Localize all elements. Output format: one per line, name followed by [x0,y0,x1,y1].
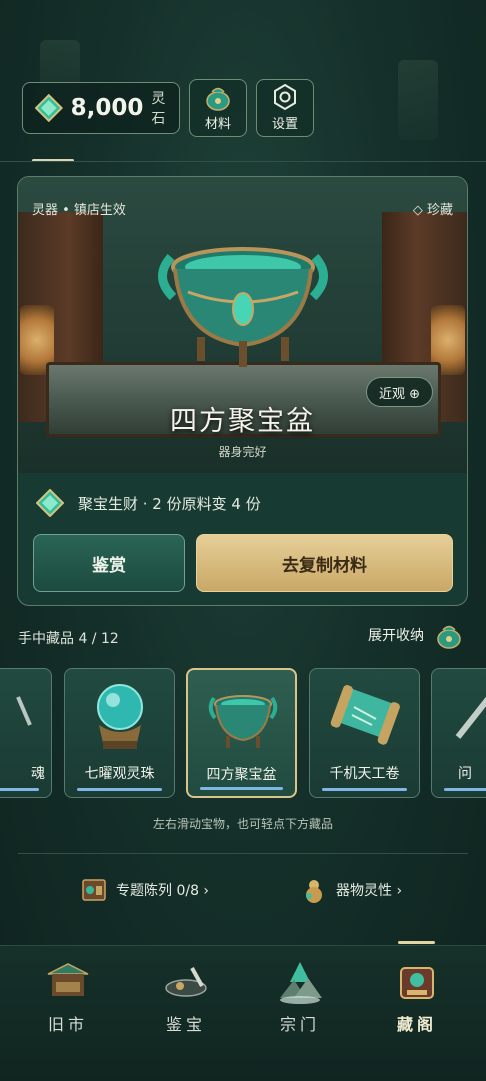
nav-tab-market[interactable]: 旧市 [28,958,108,1035]
top-divider [0,161,486,162]
nav-label: 宗门 [279,1015,320,1034]
exhibit-cabinet-icon [82,879,106,901]
collection-tag[interactable]: ◇ 珍藏 [413,199,453,218]
cauldron-icon [208,695,278,748]
item-progress-bar [444,788,486,791]
appraisal-icon [165,967,207,997]
expand-storage-label: 展开收纳 [368,628,424,644]
currency-amount: 8,000 [70,95,144,121]
nav-label: 鉴宝 [165,1015,206,1034]
expand-storage-button[interactable]: 展开收纳 [368,620,464,650]
exhibit-link-label: 专题陈列 0/8 › [116,883,210,899]
jade-gem-icon [34,93,64,123]
collection-item[interactable]: 七曜观灵珠 [64,668,175,798]
sect-mountain-icon [280,962,322,1004]
item-progress-bar [0,788,39,791]
background-lantern [398,60,438,140]
cauldron-icon [158,247,328,367]
treasure-pavilion-icon [400,967,434,999]
carousel-hint: 左右滑动宝物，也可轻点下方藏品 [152,817,333,831]
copy-materials-label: 去复制材料 [282,555,367,576]
materials-label: 材料 [204,117,231,132]
collection-carousel[interactable]: 魂 七曜观灵珠 四方聚宝盆 千机天工卷 问 [0,668,486,800]
sword-icon [16,696,32,726]
featured-item-card: 灵器 • 镇店生效 ◇ 珍藏 近观 ⊕ 四方聚宝盆 器身完好 聚宝生财 · 2 … [17,176,468,606]
copy-materials-button[interactable]: 去复制材料 [196,534,453,592]
item-condition: 器身完好 [218,445,267,459]
gear-icon [270,83,300,111]
item-progress-bar [77,788,162,791]
settings-label: 设置 [271,117,298,132]
appraise-label: 鉴赏 [92,555,126,576]
item-effect-text: 聚宝生财 · 2 份原料变 4 份 [78,494,261,513]
collection-item-name: 七曜观灵珠 [84,766,155,782]
item-progress-bar [200,787,283,790]
item-effect: 聚宝生财 · 2 份原料变 4 份 [35,488,261,518]
spirit-link-label: 器物灵性 › [336,883,403,899]
nav-tab-appraise[interactable]: 鉴宝 [146,958,226,1035]
item-showcase: 灵器 • 镇店生效 ◇ 珍藏 近观 ⊕ 四方聚宝盆 器身完好 [18,177,467,473]
nav-tab-pavilion[interactable]: 藏阁 [377,958,457,1035]
currency-display: 8,000 灵石 [22,82,180,134]
settings-button[interactable]: 设置 [256,79,314,137]
spirit-link[interactable]: 器物灵性 › [300,876,402,904]
appraise-button[interactable]: 鉴赏 [33,534,185,592]
market-stall-icon [47,963,89,996]
currency-unit: 灵石 [151,91,166,127]
scroll-icon [330,685,400,745]
collection-item-name: 千机天工卷 [329,766,400,782]
nav-tab-sect[interactable]: 宗门 [260,958,340,1035]
treasure-pouch-icon [203,83,233,111]
bottom-nav: 旧市 鉴宝 宗门 藏阁 [0,945,486,1081]
collection-item[interactable]: 魂 [0,668,52,798]
item-progress-bar [322,788,407,791]
item-category-tag: 灵器 • 镇店生效 [32,203,126,218]
top-bar: 8,000 灵石 材料 设置 [22,79,314,137]
nav-label: 藏阁 [396,1015,437,1034]
jade-gem-icon [35,488,65,518]
blade-icon [455,697,486,739]
exhibit-link[interactable]: 专题陈列 0/8 › [80,876,209,904]
collection-item[interactable]: 千机天工卷 [309,668,420,798]
nav-label: 旧市 [47,1015,88,1034]
item-title: 四方聚宝盆 [170,406,315,437]
treasure-pouch-icon [434,620,464,650]
collection-item[interactable]: 问 [431,668,486,798]
collection-item-name: 四方聚宝盆 [206,767,277,783]
gourd-icon [306,880,322,903]
collection-item-selected[interactable]: 四方聚宝盆 [186,668,297,798]
collection-count: 手中藏品 4 / 12 [18,631,119,647]
collection-item-name: 魂 [31,766,45,782]
materials-button[interactable]: 材料 [189,79,247,137]
section-divider [18,853,468,854]
nav-active-indicator [398,941,435,944]
spirit-orb-icon [97,684,143,749]
collection-item-name: 问 [458,766,472,782]
